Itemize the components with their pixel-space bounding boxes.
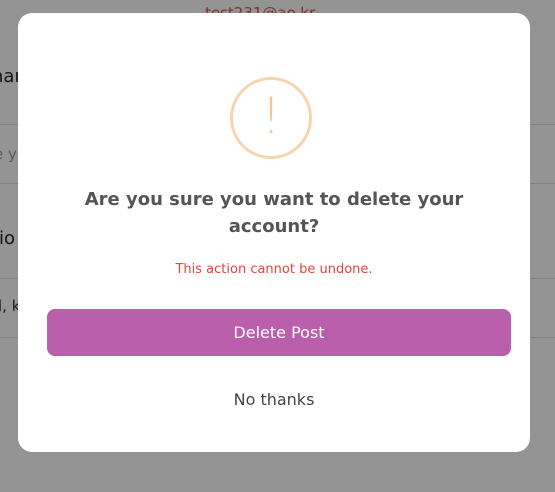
no-thanks-button[interactable]: No thanks: [174, 387, 374, 411]
delete-post-button[interactable]: Delete Post: [47, 309, 511, 356]
dialog-warning-text: This action cannot be undone.: [175, 262, 373, 277]
dialog-title: Are you sure you want to delete your acc…: [84, 189, 464, 237]
exclamation-glyph: !: [260, 87, 282, 145]
exclamation-circle-icon: !: [230, 77, 312, 159]
delete-account-dialog: ! Are you sure you want to delete your a…: [18, 13, 530, 452]
